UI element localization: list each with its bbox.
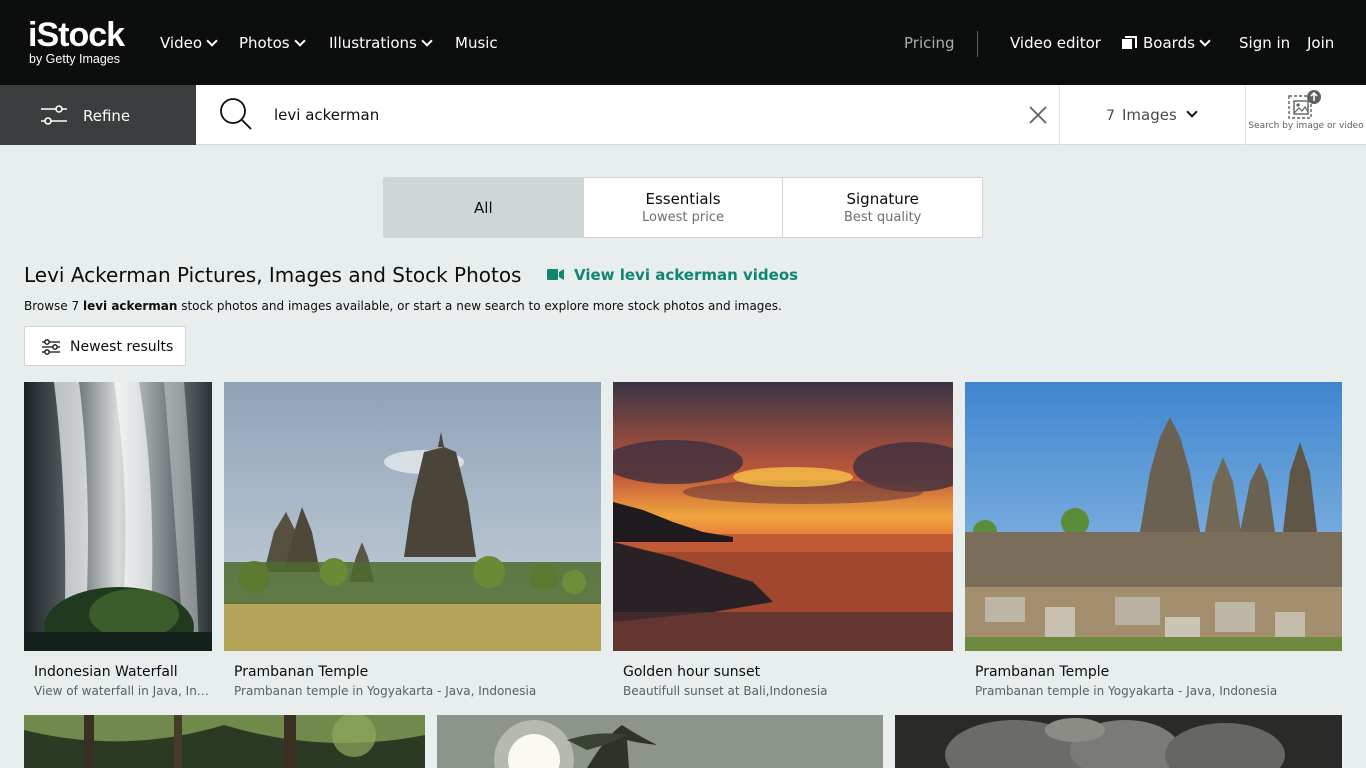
license-tabs: All Essentials Lowest price Signature Be…: [383, 177, 983, 238]
sort-button[interactable]: Newest results: [24, 326, 186, 366]
browse-prefix: Browse 7: [24, 299, 83, 313]
result-card[interactable]: [895, 715, 1342, 768]
search-by-image-button[interactable]: Search by image or video: [1246, 85, 1366, 145]
search-input[interactable]: [266, 100, 1006, 130]
tab-all-title: All: [474, 199, 493, 217]
chevron-down-icon: [206, 35, 218, 47]
nav-divider: [977, 31, 978, 57]
result-description: View of waterfall in Java, Ind...: [34, 684, 209, 698]
result-card[interactable]: Prambanan Temple Prambanan temple in Yog…: [965, 382, 1342, 702]
browse-description: Browse 7 levi ackerman stock photos and …: [24, 298, 782, 314]
tab-signature-title: Signature: [846, 190, 919, 208]
tab-all[interactable]: All: [384, 178, 584, 237]
chevron-down-icon: [1186, 106, 1198, 118]
browse-term: levi ackerman: [82, 299, 178, 313]
sort-sliders-icon: [42, 339, 60, 355]
search-by-image-label: Search by image or video: [1248, 121, 1364, 131]
video-camera-icon: [547, 269, 564, 280]
nav-music[interactable]: Music: [455, 33, 498, 53]
refine-label: Refine: [83, 107, 131, 125]
image-upload-icon: [1288, 90, 1321, 119]
refine-button[interactable]: Refine: [0, 85, 196, 145]
boards-icon: [1122, 36, 1137, 49]
sort-label: Newest results: [70, 339, 174, 355]
result-description: Prambanan temple in Yogyakarta - Java, I…: [234, 684, 537, 698]
browse-suffix: stock photos and images available, or st…: [177, 299, 782, 313]
nav-photos[interactable]: Photos: [239, 33, 306, 53]
top-navigation-bar: iStock by Getty Images Video Photos Illu…: [0, 0, 1366, 85]
nav-illustrations-label: Illustrations: [329, 34, 417, 52]
result-title[interactable]: Prambanan Temple: [975, 663, 1109, 681]
chevron-down-icon: [1199, 35, 1211, 47]
tab-signature-subtitle: Best quality: [843, 210, 922, 225]
tab-essentials[interactable]: Essentials Lowest price: [584, 178, 784, 237]
nav-boards[interactable]: Boards: [1122, 33, 1211, 53]
result-card[interactable]: [24, 715, 425, 768]
nav-video-label: Video: [160, 34, 203, 52]
media-type-count: 7: [1106, 108, 1115, 124]
result-card[interactable]: Indonesian Waterfall View of waterfall i…: [24, 382, 212, 702]
search-bar: Refine 7 Images Search by image or video: [0, 85, 1366, 145]
search-icon[interactable]: [218, 96, 254, 132]
istock-logo[interactable]: iStock by Getty Images: [28, 16, 138, 70]
nav-pricing[interactable]: Pricing: [904, 33, 955, 53]
view-videos-label: View levi ackerman videos: [574, 266, 799, 284]
nav-boards-label: Boards: [1143, 34, 1195, 52]
nav-video-editor[interactable]: Video editor: [1010, 33, 1101, 53]
result-image-forest-canopy[interactable]: [24, 715, 425, 768]
tab-essentials-title: Essentials: [645, 190, 721, 208]
logo-tagline: by Getty Images: [29, 52, 121, 66]
logo-wordmark: iStock: [28, 16, 125, 54]
join-link[interactable]: Join: [1307, 33, 1334, 53]
chevron-down-icon: [421, 35, 433, 47]
nav-photos-label: Photos: [239, 34, 290, 52]
tab-essentials-subtitle: Lowest price: [642, 210, 724, 225]
result-image-waterfall[interactable]: [24, 382, 212, 651]
result-description: Beautifull sunset at Bali,Indonesia: [623, 684, 828, 698]
result-title[interactable]: Golden hour sunset: [623, 663, 760, 681]
nav-illustrations[interactable]: Illustrations: [329, 33, 433, 53]
result-image-stone-carving[interactable]: [895, 715, 1342, 768]
chevron-down-icon: [293, 35, 306, 47]
result-image-prambanan-ruins[interactable]: [965, 382, 1342, 651]
result-card[interactable]: Golden hour sunset Beautifull sunset at …: [613, 382, 953, 702]
result-card[interactable]: Prambanan Temple Prambanan temple in Yog…: [224, 382, 601, 702]
close-icon[interactable]: [1027, 104, 1049, 126]
nav-music-label: Music: [455, 34, 498, 52]
tab-signature[interactable]: Signature Best quality: [783, 178, 982, 237]
result-card[interactable]: [437, 715, 883, 768]
nav-video[interactable]: Video: [160, 33, 218, 53]
sign-in-link[interactable]: Sign in: [1239, 33, 1290, 53]
result-title[interactable]: Indonesian Waterfall: [34, 663, 178, 681]
media-type-label: Images: [1122, 106, 1177, 124]
result-description: Prambanan temple in Yogyakarta - Java, I…: [975, 684, 1278, 698]
page-title: Levi Ackerman Pictures, Images and Stock…: [24, 263, 522, 287]
result-image-sunset[interactable]: [613, 382, 953, 651]
filter-sliders-icon: [41, 105, 67, 125]
result-image-prambanan-field[interactable]: [224, 382, 601, 651]
result-title[interactable]: Prambanan Temple: [234, 663, 368, 681]
result-image-palm-sunlight[interactable]: [437, 715, 883, 768]
media-type-select[interactable]: 7 Images: [1059, 85, 1246, 145]
view-videos-link[interactable]: View levi ackerman videos: [547, 265, 798, 285]
